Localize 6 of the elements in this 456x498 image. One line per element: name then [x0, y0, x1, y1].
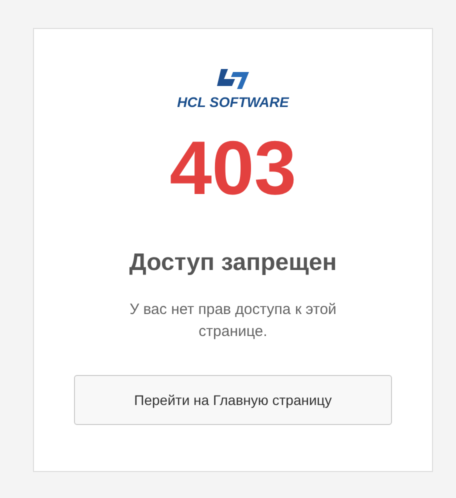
error-code: 403	[170, 131, 296, 207]
error-message: У вас нет прав доступа к этой странице.	[128, 300, 338, 342]
error-title: Доступ запрещен	[129, 251, 337, 275]
logo-icon	[215, 69, 251, 89]
home-button[interactable]: Перейти на Главную страницу	[74, 375, 392, 425]
logo-text: HCL SOFTWARE	[177, 95, 289, 109]
